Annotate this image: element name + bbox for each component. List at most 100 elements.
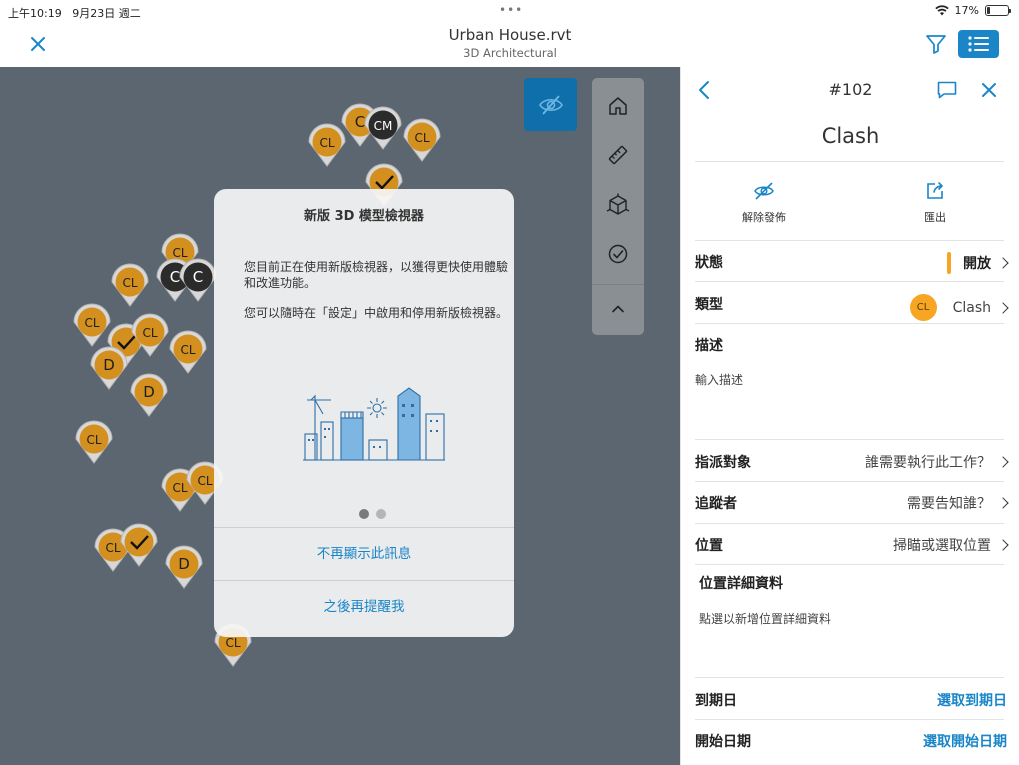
type-value-wrap: CL Clash — [909, 294, 1009, 321]
chevron-right-icon — [997, 257, 1009, 269]
battery-icon — [985, 5, 1011, 16]
issue-marker-label: CL — [86, 433, 101, 447]
location-value-wrap: 掃瞄或選取位置 — [893, 535, 1009, 555]
filter-icon[interactable] — [924, 32, 948, 56]
divider — [695, 677, 1004, 678]
issue-marker[interactable]: C — [179, 258, 217, 302]
issue-marker-label: CL — [142, 326, 157, 340]
viewer-toolbar — [592, 78, 644, 335]
assigned-row[interactable]: 指派對象 誰需要執行此工作？ — [695, 441, 1009, 481]
location-row[interactable]: 位置 掃瞄或選取位置 — [695, 524, 1009, 564]
issue-marker[interactable]: CL — [111, 263, 149, 307]
status-value: 開放 — [963, 256, 991, 272]
app-root: 上午10:19 9月23日 週二 ••• 17% Urban House.rvt… — [0, 0, 1019, 765]
description-row: 描述 — [695, 324, 1007, 364]
issue-marker-label: CL — [172, 481, 187, 495]
location-label: 位置 — [695, 538, 723, 554]
document-title: Urban House.rvt — [448, 26, 572, 44]
city-illustration — [303, 387, 445, 461]
issue-marker-label: CL — [172, 246, 187, 260]
start-date-row[interactable]: 開始日期 選取開始日期 — [695, 720, 1007, 760]
due-date-row[interactable]: 到期日 選取到期日 — [695, 679, 1007, 719]
issue-marker-label: C — [355, 113, 365, 131]
issue-marker-label: CL — [197, 474, 212, 488]
unpublish-icon — [754, 182, 774, 200]
divider — [695, 439, 1004, 440]
type-value: Clash — [952, 299, 991, 316]
location-details-label: 位置詳細資料 — [699, 576, 783, 592]
issue-marker-label: CL — [180, 343, 195, 357]
export-label: 匯出 — [924, 211, 946, 224]
measure-icon — [608, 145, 628, 165]
collapse-icon — [612, 305, 624, 313]
watchers-value-wrap: 需要告知誰？ — [907, 493, 1009, 513]
watchers-row[interactable]: 追蹤者 需要告知誰？ — [695, 482, 1009, 522]
list-icon — [967, 36, 989, 52]
status-time: 上午10:19 9月23日 週二 — [8, 7, 141, 20]
page-dot[interactable] — [376, 509, 386, 519]
status-color-bar — [947, 252, 951, 274]
eye-off-icon — [538, 94, 563, 115]
issue-marker[interactable]: CL — [75, 420, 113, 464]
home-button[interactable] — [592, 84, 644, 128]
issue-list-button[interactable] — [958, 30, 999, 58]
issue-marker[interactable]: CM — [364, 106, 402, 150]
issue-marker[interactable] — [120, 523, 158, 567]
issues-toggle-button[interactable] — [592, 232, 644, 276]
location-value: 掃瞄或選取位置 — [893, 538, 991, 554]
section-box-button[interactable] — [592, 183, 644, 227]
hide-issues-button[interactable] — [524, 78, 577, 131]
issue-marker[interactable]: CL — [73, 303, 111, 347]
issue-marker-label: D — [143, 383, 155, 401]
issue-marker-label: CL — [319, 136, 334, 150]
close-icon[interactable] — [26, 32, 50, 56]
issue-marker-label: C — [170, 268, 180, 286]
issue-marker-label: D — [103, 356, 115, 374]
location-details-input[interactable]: 點選以新增位置詳細資料 — [699, 610, 831, 627]
new-viewer-dialog: 新版 3D 模型檢視器 您目前正在使用新版檢視器，以獲得更快使用體驗和改進功能。… — [214, 189, 514, 637]
start-date-value[interactable]: 選取開始日期 — [923, 731, 1007, 751]
status-bar: 上午10:19 9月23日 週二 ••• 17% — [0, 0, 1019, 22]
due-date-value[interactable]: 選取到期日 — [937, 690, 1007, 710]
measure-button[interactable] — [592, 133, 644, 177]
document-titles: Urban House.rvt 3D Architectural — [360, 26, 660, 60]
comment-icon[interactable] — [936, 80, 958, 100]
issue-marker[interactable]: D — [165, 545, 203, 589]
divider — [695, 564, 1004, 565]
issue-marker-label: CL — [225, 636, 240, 650]
assigned-value: 誰需要執行此工作？ — [865, 455, 991, 471]
toolbar-divider — [592, 284, 644, 285]
assigned-label: 指派對象 — [695, 455, 751, 471]
remind-later-button[interactable]: 之後再提醒我 — [214, 580, 514, 632]
description-input[interactable]: 輸入描述 — [695, 371, 743, 388]
issue-marker-label: CM — [374, 119, 393, 133]
dialog-paragraph-2: 您可以隨時在「設定」中啟用和停用新版檢視器。 — [244, 306, 509, 320]
issue-marker[interactable]: CL — [308, 123, 346, 167]
home-icon — [609, 97, 627, 115]
issue-marker[interactable]: CL — [169, 330, 207, 374]
page-dot-active[interactable] — [359, 509, 369, 519]
status-row[interactable]: 狀態 開放 — [695, 241, 1009, 281]
watchers-value: 需要告知誰？ — [907, 496, 991, 512]
type-row[interactable]: 類型 CL Clash — [695, 283, 1009, 323]
divider — [695, 281, 1004, 282]
chevron-right-icon — [997, 456, 1009, 468]
issue-title: Clash — [821, 124, 880, 148]
issue-marker-label: C — [193, 268, 203, 286]
dont-show-again-button[interactable]: 不再顯示此訊息 — [214, 527, 514, 579]
export-button[interactable]: 匯出 — [890, 181, 980, 225]
close-panel-icon[interactable] — [979, 80, 999, 100]
chevron-right-icon — [997, 539, 1009, 551]
unpublish-label: 解除發佈 — [742, 211, 786, 224]
collapse-toolbar-button[interactable] — [592, 287, 644, 331]
type-badge: CL — [909, 294, 937, 321]
multitasking-dots[interactable]: ••• — [499, 3, 523, 17]
issue-marker[interactable]: D — [130, 373, 168, 417]
issue-marker[interactable]: CL — [403, 118, 441, 162]
dialog-paragraph-1: 您目前正在使用新版檢視器，以獲得更快使用體驗和改進功能。 — [244, 260, 509, 290]
status-value-wrap: 開放 — [947, 252, 1009, 274]
export-icon — [927, 182, 943, 199]
unpublish-button[interactable]: 解除發佈 — [719, 181, 809, 225]
issue-marker[interactable]: D — [90, 346, 128, 390]
page-indicator — [359, 509, 386, 519]
